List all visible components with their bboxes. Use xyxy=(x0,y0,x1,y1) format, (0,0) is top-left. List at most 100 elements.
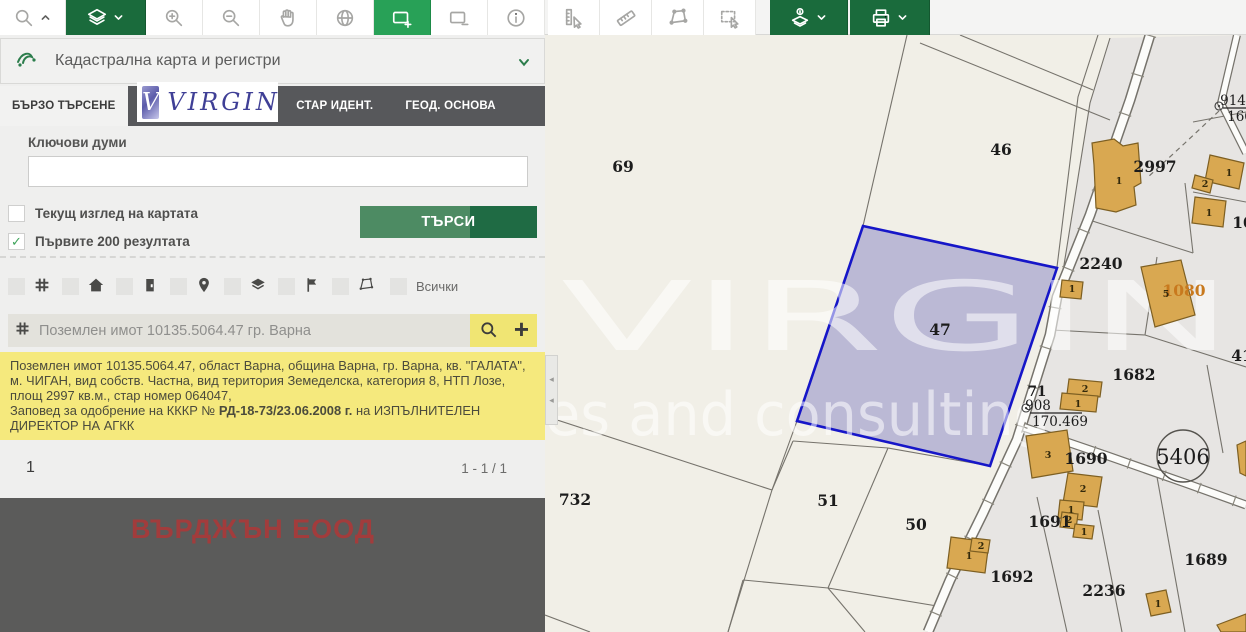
filter-checkbox-pin[interactable] xyxy=(170,278,187,295)
layers-info-icon xyxy=(789,7,811,29)
chevron-down-icon[interactable] xyxy=(516,54,532,75)
map-label-10: 10 xyxy=(1232,213,1246,232)
filter-checkbox-flag[interactable] xyxy=(278,278,295,295)
building-number: 1 xyxy=(1155,599,1162,610)
cadastral-map[interactable]: VIRGIN es and consulting xyxy=(545,35,1246,632)
app-header[interactable]: Кадастрална карта и регистри xyxy=(0,38,545,84)
svg-text:VIRGIN: VIRGIN xyxy=(561,261,1233,373)
rect-plus-icon xyxy=(391,7,413,29)
svg-text:es and consulting: es and consulting xyxy=(545,380,1050,450)
result-detail: Поземлен имот 10135.5064.47, област Варн… xyxy=(0,352,545,440)
filter-checkbox-grid[interactable] xyxy=(8,278,25,295)
building-number: 5 xyxy=(1163,289,1170,300)
filter-all-label: Всички xyxy=(416,279,458,294)
map-toolbar xyxy=(0,0,1246,35)
virgin-logo-text: VIRGIN xyxy=(167,88,280,116)
first-results-row: ✓ Първите 200 резултата xyxy=(8,233,190,250)
building-number: 1 xyxy=(1081,527,1088,538)
map-label-2236: 2236 xyxy=(1082,581,1125,600)
layers-icon[interactable] xyxy=(249,276,267,299)
add-result-icon[interactable]: + xyxy=(514,314,529,345)
print-button[interactable] xyxy=(850,0,930,35)
building-number: 1 xyxy=(1206,208,1213,219)
layers-info-button[interactable] xyxy=(770,0,848,35)
zoom-out-button[interactable] xyxy=(203,0,260,35)
map-label-1692: 1692 xyxy=(990,567,1033,586)
map-label-1682: 1682 xyxy=(1112,365,1155,384)
collapse-arrow-icon: ◂ xyxy=(549,395,554,406)
current-view-checkbox[interactable]: ✓ xyxy=(8,205,25,222)
building-number: 2 xyxy=(1202,179,1209,190)
pagination-page[interactable]: 1 xyxy=(26,459,35,477)
result-row-text: Поземлен имот 10135.5064.47 гр. Варна xyxy=(39,323,311,339)
filter-checkbox-house[interactable] xyxy=(62,278,79,295)
ruler-icon xyxy=(615,7,637,29)
result-row[interactable]: Поземлен имот 10135.5064.47 гр. Варна + xyxy=(8,314,537,347)
globe-button[interactable] xyxy=(317,0,374,35)
layers-icon xyxy=(86,7,108,29)
grid-icon[interactable] xyxy=(33,276,51,299)
kais-logo-icon xyxy=(15,48,39,75)
building-icon[interactable] xyxy=(141,276,159,299)
measure-scale-button[interactable] xyxy=(548,0,600,35)
zoom-box-in-button[interactable] xyxy=(374,0,431,35)
map-label-47: 47 xyxy=(929,320,951,339)
pan-button[interactable] xyxy=(260,0,317,35)
hand-icon xyxy=(277,7,299,29)
map-label-732: 732 xyxy=(559,490,591,509)
map-label-1690: 1690 xyxy=(1064,449,1107,468)
first-results-checkbox[interactable]: ✓ xyxy=(8,233,25,250)
building-number: 3 xyxy=(1045,450,1052,461)
layers-button[interactable] xyxy=(66,0,146,35)
caret-up-icon xyxy=(38,10,53,25)
map-label-69: 69 xyxy=(612,157,634,176)
keywords-input[interactable] xyxy=(28,156,528,187)
result-detail-paragraph: Поземлен имот 10135.5064.47, област Варн… xyxy=(10,358,526,403)
building-number: 1 xyxy=(1075,399,1082,410)
current-view-label: Текущ изглед на картата xyxy=(35,206,198,221)
select-button[interactable] xyxy=(704,0,756,35)
tab-0[interactable]: БЪРЗО ТЪРСЕНЕ xyxy=(0,86,128,126)
pin-icon[interactable] xyxy=(195,276,213,299)
filter-checkbox-layers[interactable] xyxy=(224,278,241,295)
measure-distance-button[interactable] xyxy=(600,0,652,35)
filter-checkbox-all[interactable] xyxy=(390,278,407,295)
map-label-41: 41 xyxy=(1231,346,1246,365)
dashed-separator xyxy=(0,256,545,258)
pagination-range: 1 - 1 / 1 xyxy=(461,461,507,476)
tab-3[interactable]: СТАР ИДЕНТ. xyxy=(284,86,385,126)
map-label-914: 914 xyxy=(1220,93,1246,109)
flag-icon[interactable] xyxy=(303,276,321,299)
map-label-50: 50 xyxy=(905,515,927,534)
measure-area-button[interactable] xyxy=(652,0,704,35)
result-order-prefix: Заповед за одобрение на КККР № xyxy=(10,403,219,418)
tab-4[interactable]: ГЕОД. ОСНОВА xyxy=(393,86,508,126)
sidebar-footer: ВЪРДЖЪН ЕООД xyxy=(0,498,545,632)
search-sidebar: Кадастрална карта и регистри БЪРЗО ТЪРСЕ… xyxy=(0,35,545,632)
app-title: Кадастрална карта и регистри xyxy=(55,52,281,70)
map-label-908: 908 xyxy=(1025,398,1051,414)
building-number: 1 xyxy=(1226,168,1233,179)
company-watermark: ВЪРДЖЪН ЕООД xyxy=(0,514,506,545)
first-results-label: Първите 200 резултата xyxy=(35,234,190,249)
building-number: 2 xyxy=(1082,384,1089,395)
zoom-box-out-button[interactable] xyxy=(431,0,488,35)
zoom-in-button[interactable] xyxy=(146,0,203,35)
filter-checkbox-polygon[interactable] xyxy=(332,278,349,295)
house-icon[interactable] xyxy=(87,276,105,299)
info-circle-icon xyxy=(505,7,527,29)
ruler-pointer-icon xyxy=(563,7,585,29)
polygon-icon[interactable] xyxy=(357,276,375,299)
search-button[interactable] xyxy=(0,0,66,35)
current-view-row: ✓ Текущ изглед на картата xyxy=(8,205,198,222)
caret-down-icon xyxy=(814,10,829,25)
caret-down-icon xyxy=(895,10,910,25)
info-button[interactable] xyxy=(488,0,545,35)
filter-checkbox-building[interactable] xyxy=(116,278,133,295)
virgin-logo: V VIRGIN xyxy=(137,82,278,122)
map-label-51: 51 xyxy=(817,491,839,510)
sidebar-collapse-handle[interactable]: ◂ ◂ xyxy=(545,355,558,425)
search-button[interactable]: ТЪРСИ xyxy=(360,206,537,238)
search-button-dark-segment[interactable] xyxy=(470,206,537,238)
zoom-to-result-icon[interactable] xyxy=(479,320,499,345)
